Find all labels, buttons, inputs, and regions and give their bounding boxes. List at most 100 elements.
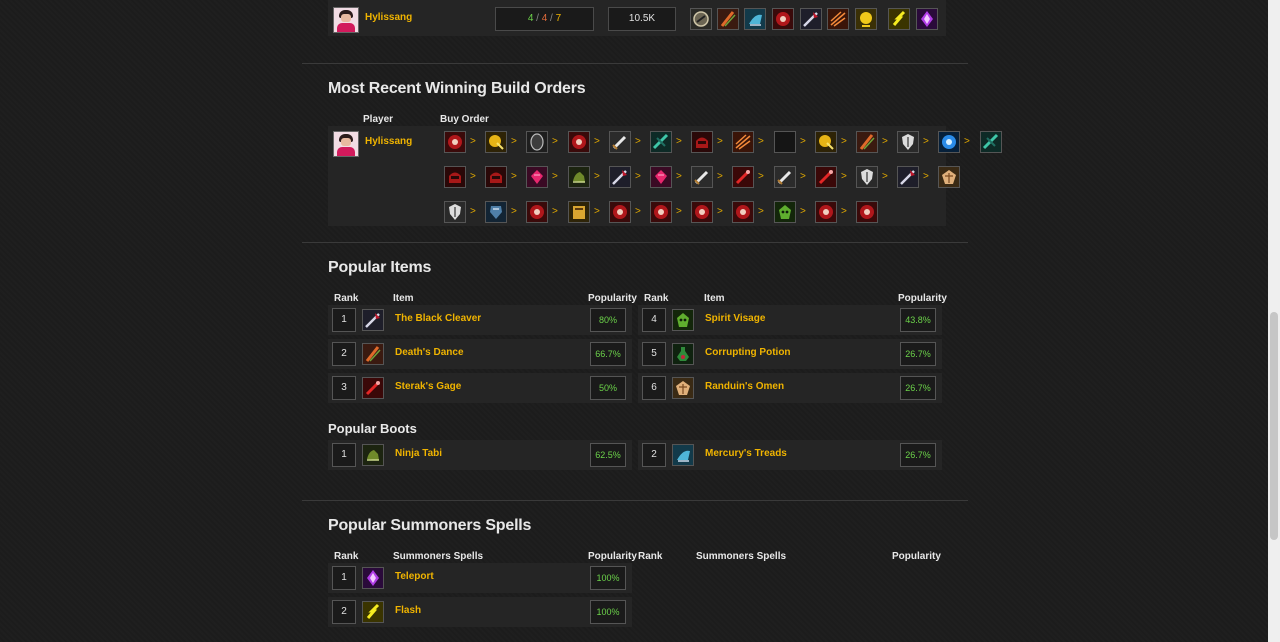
white-shield-icon[interactable] — [444, 201, 466, 223]
dagger-icon[interactable] — [691, 166, 713, 188]
yellow-orb-icon[interactable] — [855, 8, 877, 30]
column-header-rank: Rank — [644, 293, 669, 304]
black-cleaver-icon[interactable] — [362, 309, 384, 331]
golden-book-icon[interactable] — [568, 201, 590, 223]
blue-orb-icon[interactable] — [938, 131, 960, 153]
rank-badge: 5 — [642, 342, 666, 366]
build-order-arrow: > — [841, 136, 847, 147]
teleport-icon[interactable] — [362, 567, 384, 589]
dagger-icon[interactable] — [609, 131, 631, 153]
mercury-treads-icon[interactable] — [744, 8, 766, 30]
red-orb-icon[interactable] — [444, 131, 466, 153]
randuin-icon[interactable] — [672, 377, 694, 399]
red-helm-icon[interactable] — [691, 131, 713, 153]
randuin-icon[interactable] — [938, 166, 960, 188]
player-name[interactable]: Hylissang — [365, 136, 412, 147]
dark-shield-icon[interactable] — [526, 131, 548, 153]
build-order-arrow: > — [923, 136, 929, 147]
popularity-value: 80% — [590, 308, 626, 332]
red-orb-icon[interactable] — [732, 201, 754, 223]
red-orb-icon[interactable] — [568, 131, 590, 153]
teleport-icon[interactable] — [916, 8, 938, 30]
popularity-value: 100% — [590, 566, 626, 590]
player-avatar[interactable] — [333, 7, 359, 33]
flash-icon[interactable] — [362, 601, 384, 623]
column-header-summoner-spells: Summoners Spells — [696, 551, 787, 562]
rank-badge: 3 — [332, 376, 356, 400]
golden-crest-icon[interactable] — [815, 131, 837, 153]
golden-crest-icon[interactable] — [485, 131, 507, 153]
item-name-link[interactable]: Spirit Visage — [705, 313, 765, 324]
white-shield-icon[interactable] — [856, 166, 878, 188]
build-order-arrow: > — [717, 171, 723, 182]
red-orb-icon[interactable] — [856, 201, 878, 223]
item-name-link[interactable]: Randuin's Omen — [705, 381, 784, 392]
flash-icon[interactable] — [888, 8, 910, 30]
dancing-blade-icon[interactable] — [856, 131, 878, 153]
red-orb-icon[interactable] — [691, 201, 713, 223]
dancing-blade-icon[interactable] — [362, 343, 384, 365]
armor-icon[interactable] — [485, 201, 507, 223]
dagger-icon[interactable] — [774, 166, 796, 188]
red-blade-icon[interactable] — [815, 166, 837, 188]
black-crescent-icon[interactable] — [774, 131, 796, 153]
item-name-link[interactable]: Teleport — [395, 571, 434, 582]
red-orb-icon[interactable] — [815, 201, 837, 223]
scrollbar-thumb[interactable] — [1270, 312, 1278, 540]
item-name-link[interactable]: Corrupting Potion — [705, 347, 791, 358]
item-name-link[interactable]: Flash — [395, 605, 421, 616]
column-header-popularity: Popularity — [892, 551, 941, 562]
red-blade-icon[interactable] — [362, 377, 384, 399]
black-cleaver-icon[interactable] — [800, 8, 822, 30]
build-order-arrow: > — [841, 171, 847, 182]
red-orb-icon[interactable] — [609, 201, 631, 223]
column-header-rank: Rank — [334, 551, 359, 562]
rank-badge: 1 — [332, 566, 356, 590]
black-cleaver-icon[interactable] — [897, 166, 919, 188]
red-blade-icon[interactable] — [732, 166, 754, 188]
sword-slash-icon[interactable] — [732, 131, 754, 153]
corrupting-potion-icon[interactable] — [672, 343, 694, 365]
item-name-link[interactable]: Ninja Tabi — [395, 448, 442, 459]
build-order-arrow: > — [717, 136, 723, 147]
orb-icon[interactable] — [690, 8, 712, 30]
pink-gem-icon[interactable] — [526, 166, 548, 188]
red-orb-icon[interactable] — [772, 8, 794, 30]
red-helm-icon[interactable] — [485, 166, 507, 188]
red-orb-icon[interactable] — [526, 201, 548, 223]
player-name[interactable]: Hylissang — [365, 12, 412, 23]
build-order-arrow: > — [511, 171, 517, 182]
player-avatar[interactable] — [333, 131, 359, 157]
build-order-arrow: > — [635, 171, 641, 182]
build-order-arrow: > — [676, 171, 682, 182]
white-shield-icon[interactable] — [897, 131, 919, 153]
spirit-visage-icon[interactable] — [672, 309, 694, 331]
teal-blade-icon[interactable] — [650, 131, 672, 153]
gold-box: 10.5K — [608, 7, 676, 31]
ninja-tabi-icon[interactable] — [362, 444, 384, 466]
build-order-arrow: > — [594, 136, 600, 147]
build-order-arrow: > — [470, 136, 476, 147]
black-cleaver-icon[interactable] — [609, 166, 631, 188]
pink-gem-icon[interactable] — [650, 166, 672, 188]
item-name-link[interactable]: The Black Cleaver — [395, 313, 481, 324]
popularity-value: 26.7% — [900, 342, 936, 366]
red-helm-icon[interactable] — [444, 166, 466, 188]
spirit-visage-icon[interactable] — [774, 201, 796, 223]
build-order-arrow: > — [800, 206, 806, 217]
dancing-blade-icon[interactable] — [717, 8, 739, 30]
teal-blade-icon[interactable] — [980, 131, 1002, 153]
column-header-item: Item — [393, 293, 414, 304]
mercury-treads-icon[interactable] — [672, 444, 694, 466]
ninja-tabi-icon[interactable] — [568, 166, 590, 188]
sword-slash-icon[interactable] — [827, 8, 849, 30]
kda-separator: / — [533, 13, 542, 24]
red-orb-icon[interactable] — [650, 201, 672, 223]
item-name-link[interactable]: Mercury's Treads — [705, 448, 787, 459]
item-name-link[interactable]: Death's Dance — [395, 347, 464, 358]
rank-badge: 6 — [642, 376, 666, 400]
section-title-build-orders: Most Recent Winning Build Orders — [328, 80, 586, 97]
popularity-value: 50% — [590, 376, 626, 400]
item-name-link[interactable]: Sterak's Gage — [395, 381, 461, 392]
column-header-summoner-spells: Summoners Spells — [393, 551, 484, 562]
